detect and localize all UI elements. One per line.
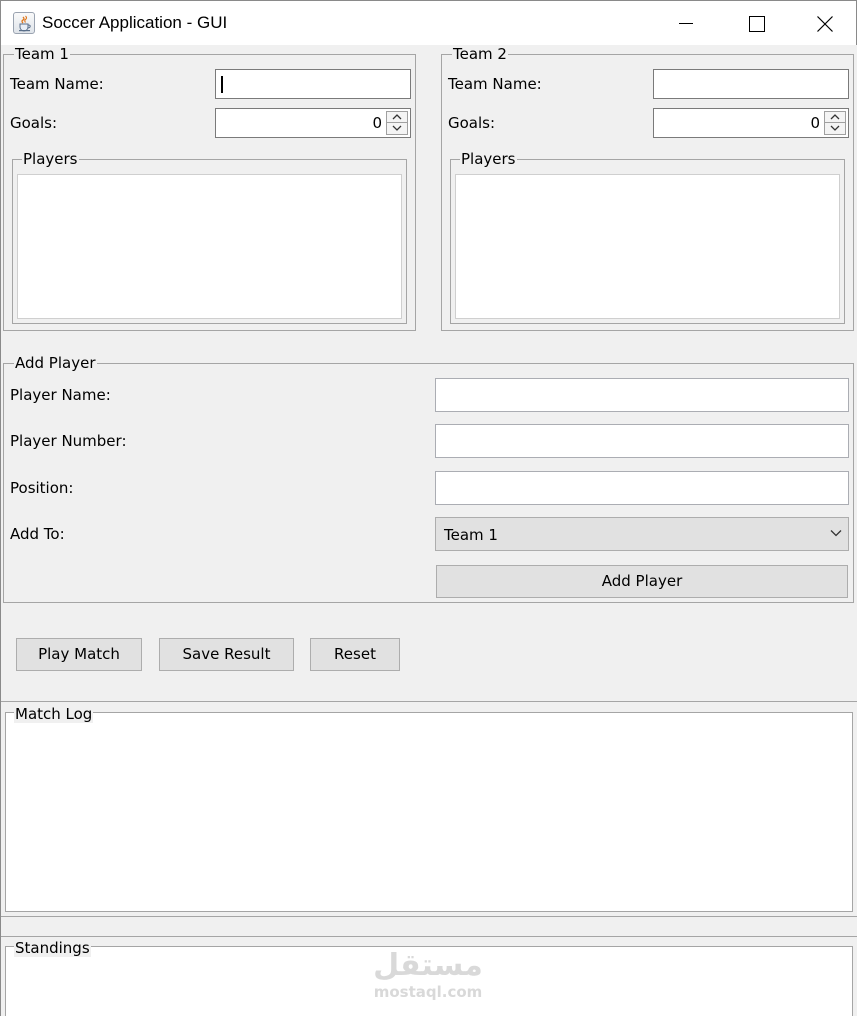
watermark-url: mostaql.com (373, 983, 483, 1001)
window-frame-left (0, 45, 1, 1016)
java-cup-icon (13, 12, 35, 34)
add-to-label: Add To: (10, 525, 65, 543)
watermark-logo: مستقل mostaql.com (372, 948, 484, 1000)
maximize-button[interactable] (721, 1, 791, 46)
chevron-down-icon (392, 125, 402, 131)
add-player-button-label: Add Player (601, 572, 683, 590)
player-number-label: Player Number: (10, 432, 127, 450)
team2-name-input[interactable] (653, 69, 849, 99)
separator (1, 936, 857, 937)
separator (1, 701, 857, 702)
team1-legend: Team 1 (14, 45, 70, 63)
player-name-input[interactable] (435, 378, 849, 412)
team2-goals-value: 0 (810, 114, 820, 132)
team2-players-legend: Players (460, 150, 517, 168)
team1-name-label: Team Name: (10, 75, 104, 93)
position-input[interactable] (435, 471, 849, 505)
team2-goals-spinner[interactable]: 0 (653, 108, 849, 138)
team1-players-list[interactable] (17, 174, 402, 319)
maximize-icon (749, 16, 765, 32)
team1-name-input[interactable] (215, 69, 411, 99)
title-bar: Soccer Application - GUI (0, 0, 857, 45)
position-label: Position: (10, 479, 74, 497)
team2-goals-label: Goals: (448, 114, 496, 132)
spinner-up-button[interactable] (387, 112, 407, 123)
save-result-button[interactable]: Save Result (159, 638, 294, 671)
watermark-main: مستقل (373, 948, 483, 983)
chevron-up-icon (392, 114, 402, 120)
standings-legend: Standings (14, 939, 91, 957)
team2-players-list[interactable] (455, 174, 840, 319)
player-number-input[interactable] (435, 424, 849, 458)
add-to-selected: Team 1 (444, 526, 498, 544)
team2-legend: Team 2 (452, 45, 508, 63)
team1-goals-spinner[interactable]: 0 (215, 108, 411, 138)
play-match-button[interactable]: Play Match (16, 638, 142, 671)
match-log-area[interactable] (5, 712, 853, 912)
play-match-label: Play Match (38, 645, 120, 663)
team1-goals-label: Goals: (10, 114, 58, 132)
window-title: Soccer Application - GUI (42, 13, 228, 32)
player-name-label: Player Name: (10, 386, 111, 404)
team2-name-label: Team Name: (448, 75, 542, 93)
spinner-down-button[interactable] (387, 123, 407, 134)
add-to-dropdown[interactable]: Team 1 (435, 517, 849, 551)
close-icon (817, 16, 833, 32)
minimize-button[interactable] (651, 1, 721, 46)
add-player-legend: Add Player (14, 354, 97, 372)
minimize-icon (679, 23, 693, 24)
chevron-up-icon (830, 114, 840, 120)
team1-players-legend: Players (22, 150, 79, 168)
save-result-label: Save Result (182, 645, 271, 663)
team1-goals-value: 0 (372, 114, 382, 132)
reset-label: Reset (334, 645, 376, 663)
spinner-buttons (824, 111, 846, 135)
chevron-down-icon (830, 125, 840, 131)
close-button[interactable] (789, 1, 857, 46)
match-log-legend: Match Log (14, 705, 94, 723)
separator (1, 916, 857, 917)
spinner-down-button[interactable] (825, 123, 845, 134)
text-caret (221, 76, 223, 93)
chevron-down-icon (830, 530, 842, 537)
spinner-buttons (386, 111, 408, 135)
reset-button[interactable]: Reset (310, 638, 400, 671)
add-player-button[interactable]: Add Player (436, 565, 848, 598)
spinner-up-button[interactable] (825, 112, 845, 123)
